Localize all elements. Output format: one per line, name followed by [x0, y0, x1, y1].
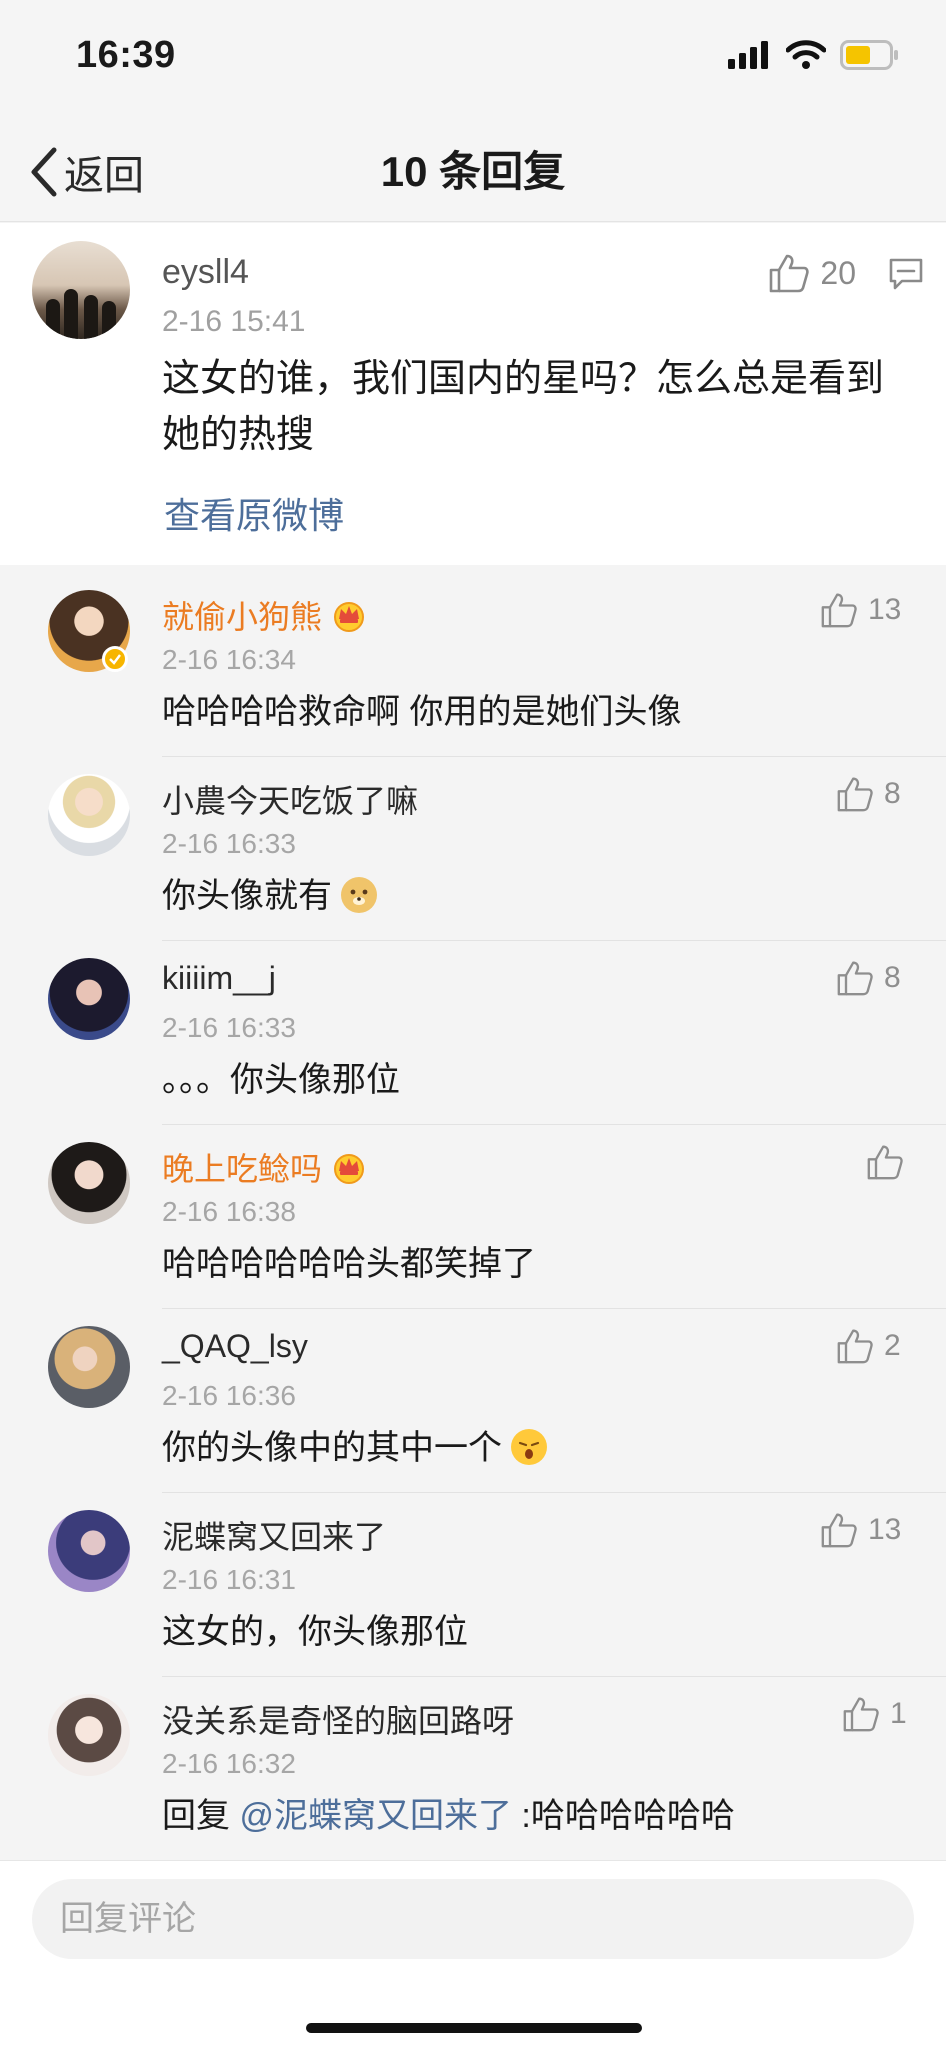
page-title: 10 条回复	[380, 148, 566, 195]
reply-text-content: :哈哈哈哈哈哈	[521, 1797, 735, 1835]
thumbs-up-icon	[821, 593, 857, 628]
reply-time: 2-16 16:34	[162, 644, 296, 675]
signal-icon	[728, 41, 768, 69]
doge-emoji-icon	[341, 877, 378, 913]
reply-text: 哈哈哈哈哈哈头都笑掉了	[162, 1245, 536, 1283]
crown-badge-icon	[330, 1150, 368, 1184]
reply-list: 就偷小狗熊 2-16 16:34 哈哈哈哈救命啊 你用的是她们头像 13 小農今…	[0, 572, 946, 1860]
thumbs-up-icon	[843, 1697, 879, 1732]
reply-username[interactable]: 晚上吃鲶吗	[162, 1144, 322, 1190]
reply-time: 2-16 16:32	[162, 1748, 296, 1779]
like-count: 13	[868, 1513, 902, 1546]
reply-time: 2-16 16:33	[162, 828, 296, 859]
avatar[interactable]	[48, 774, 130, 856]
reply-item: kiiiim__j 2-16 16:33 。。。你头像那位 8	[0, 940, 946, 1124]
avatar[interactable]	[48, 1142, 130, 1224]
reply-time: 2-16 16:31	[162, 1564, 296, 1595]
shocked-emoji-icon	[511, 1429, 548, 1465]
reply-time: 2-16 16:36	[162, 1380, 296, 1411]
crown-badge-icon	[330, 598, 368, 632]
reply-username[interactable]: 就偷小狗熊	[162, 592, 322, 638]
status-time: 16:39	[76, 34, 176, 76]
reply-text: 你的头像中的其中一个	[162, 1420, 548, 1469]
reply-text-content: 你头像就有	[162, 877, 332, 915]
reply-item: 就偷小狗熊 2-16 16:34 哈哈哈哈救命啊 你用的是她们头像 13	[0, 572, 946, 756]
nav-bar: 返回 10 条回复	[0, 122, 946, 222]
thumbs-up-icon	[770, 254, 810, 293]
thumbs-up-icon	[837, 961, 873, 996]
thumbs-up-icon	[867, 1145, 903, 1180]
post-time: 2-16 15:41	[162, 305, 306, 338]
like-button[interactable]: 1	[842, 1696, 907, 1732]
like-count: 8	[884, 961, 901, 994]
thumbs-up-icon	[821, 1513, 857, 1548]
view-original-link[interactable]: 查看原微博	[164, 487, 344, 539]
main-post: eysll4 2-16 15:41 这女的谁，我们国内的星吗？怎么总是看到她的热…	[0, 223, 946, 565]
like-count: 2	[884, 1329, 901, 1362]
like-count: 8	[884, 777, 901, 810]
avatar[interactable]	[48, 958, 130, 1040]
like-count: 1	[890, 1697, 907, 1730]
avatar[interactable]	[48, 1694, 130, 1776]
comment-icon	[889, 258, 923, 290]
bottom-bar	[0, 1860, 946, 2048]
like-button[interactable]: 8	[836, 776, 901, 812]
reply-username[interactable]: _QAQ_lsy	[162, 1328, 308, 1365]
avatar[interactable]	[32, 241, 130, 339]
home-indicator[interactable]	[306, 2023, 642, 2033]
battery-low-icon	[840, 40, 898, 70]
reply-username[interactable]: 小農今天吃饭了嘛	[162, 776, 418, 822]
reply-prefix: 回复	[162, 1797, 230, 1835]
like-button[interactable]: 13	[820, 1512, 901, 1548]
avatar[interactable]	[48, 1510, 130, 1592]
reply-text: 你头像就有	[162, 868, 378, 917]
reply-text: 这女的，你头像那位	[162, 1613, 468, 1651]
like-button[interactable]	[866, 1144, 914, 1180]
reply-text: 。。。你头像那位	[162, 1061, 400, 1099]
like-count: 13	[868, 593, 902, 626]
thumbs-up-icon	[837, 777, 873, 812]
like-button[interactable]: 20	[768, 253, 856, 293]
reply-username[interactable]: 没关系是奇怪的脑回路呀	[162, 1696, 514, 1742]
reply-time: 2-16 16:38	[162, 1196, 296, 1227]
like-button[interactable]: 13	[820, 592, 901, 628]
like-button[interactable]: 8	[836, 960, 901, 996]
reply-text: 回复 @泥蝶窝又回来了 :哈哈哈哈哈哈	[162, 1788, 735, 1837]
reply-item: 小農今天吃饭了嘛 2-16 16:33 你头像就有 8	[0, 756, 946, 940]
thumbs-up-icon	[837, 1329, 873, 1364]
like-count: 20	[820, 254, 856, 291]
reply-text-content: 你的头像中的其中一个	[162, 1429, 502, 1467]
reply-item: _QAQ_lsy 2-16 16:36 你的头像中的其中一个 2	[0, 1308, 946, 1492]
wifi-icon	[786, 40, 826, 69]
mention-link[interactable]: @泥蝶窝又回来了	[239, 1797, 512, 1835]
avatar[interactable]	[48, 1326, 130, 1408]
status-bar: 16:39	[0, 0, 946, 122]
verified-badge-icon	[102, 646, 128, 672]
status-icons	[728, 40, 900, 70]
reply-comment-input[interactable]	[32, 1879, 914, 1959]
reply-username[interactable]: 泥蝶窝又回来了	[162, 1512, 386, 1558]
like-button[interactable]: 2	[836, 1328, 901, 1364]
reply-username[interactable]: kiiiim__j	[162, 960, 276, 997]
reply-time: 2-16 16:33	[162, 1012, 296, 1043]
reply-item: 泥蝶窝又回来了 2-16 16:31 这女的，你头像那位 13	[0, 1492, 946, 1676]
post-username[interactable]: eysll4	[162, 253, 249, 292]
reply-item: 晚上吃鲶吗 2-16 16:38 哈哈哈哈哈哈头都笑掉了	[0, 1124, 946, 1308]
reply-text: 哈哈哈哈救命啊 你用的是她们头像	[162, 693, 682, 731]
reply-item: 没关系是奇怪的脑回路呀 2-16 16:32 回复 @泥蝶窝又回来了 :哈哈哈哈…	[0, 1676, 946, 1860]
comment-button[interactable]	[888, 257, 924, 296]
post-text: 这女的谁，我们国内的星吗？怎么总是看到她的热搜	[162, 358, 885, 456]
